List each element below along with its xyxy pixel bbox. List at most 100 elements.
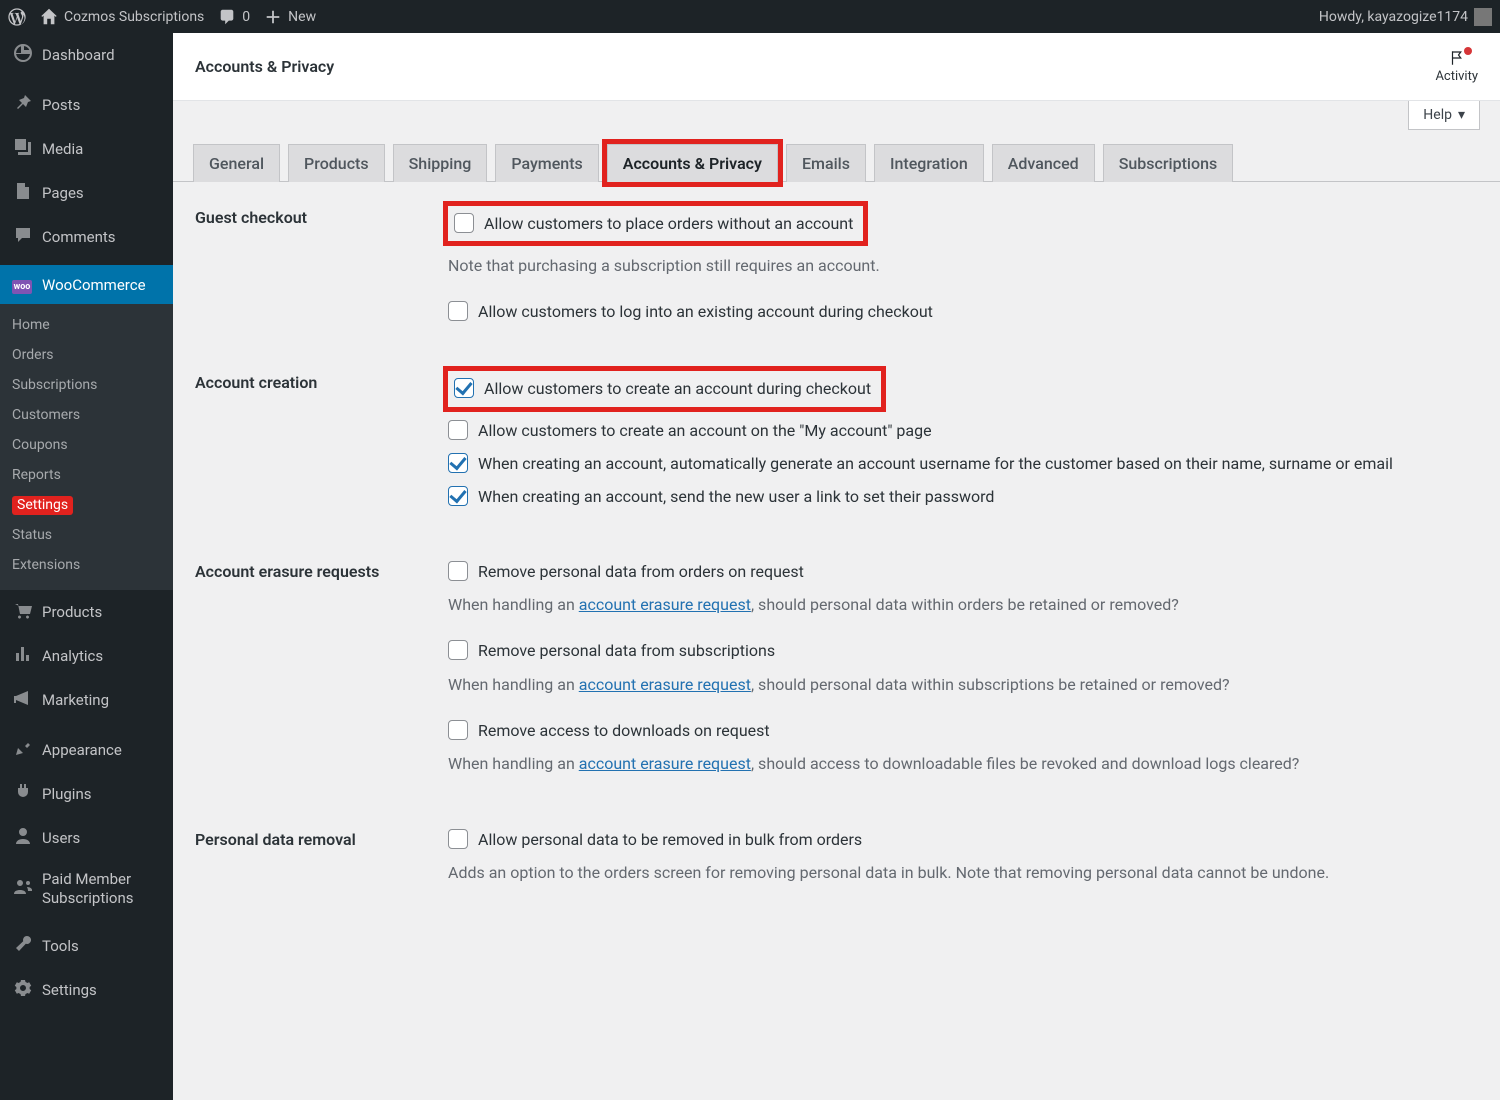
home-icon: [40, 8, 58, 26]
guest-checkout-heading: Guest checkout: [195, 206, 448, 227]
tools-icon: [12, 934, 32, 958]
tab-advanced[interactable]: Advanced: [992, 144, 1095, 182]
help-toggle[interactable]: Help▾: [1408, 101, 1480, 130]
erase-downloads-desc: When handling an account erasure request…: [448, 752, 1472, 776]
plus-icon: [264, 8, 282, 26]
bulk-remove[interactable]: Allow personal data to be removed in bul…: [448, 828, 1472, 851]
sidebar-item-analytics[interactable]: Analytics: [0, 634, 173, 678]
dashboard-icon: [12, 43, 32, 67]
tab-products[interactable]: Products: [288, 144, 385, 182]
new-label: New: [288, 9, 316, 25]
admin-sidebar: Dashboard Posts Media Pages Comments woo…: [0, 33, 173, 1100]
chevron-down-icon: ▾: [1458, 107, 1465, 123]
guest-checkout-allow-checkbox[interactable]: [454, 213, 474, 233]
guest-checkout-login[interactable]: Allow customers to log into an existing …: [448, 300, 1472, 323]
removal-heading: Personal data removal: [195, 828, 448, 849]
erase-orders[interactable]: Remove personal data from orders on requ…: [448, 560, 1472, 583]
settings-tabs: General Products Shipping Payments Accou…: [173, 144, 1500, 182]
erase-subscriptions-checkbox[interactable]: [448, 640, 468, 660]
sidebar-item-comments[interactable]: Comments: [0, 215, 173, 259]
tab-shipping[interactable]: Shipping: [393, 144, 488, 182]
sidebar-item-users[interactable]: Users: [0, 816, 173, 860]
comments-icon: [12, 225, 32, 249]
comments-link[interactable]: 0: [218, 8, 250, 26]
new-link[interactable]: New: [264, 8, 316, 26]
sidebar-item-woocommerce[interactable]: wooWooCommerce: [0, 265, 173, 304]
erase-orders-desc: When handling an account erasure request…: [448, 593, 1472, 617]
page-title: Accounts & Privacy: [195, 57, 334, 76]
howdy-link[interactable]: Howdy, kayazogize1174: [1319, 8, 1492, 26]
tab-emails[interactable]: Emails: [786, 144, 866, 182]
pin-icon: [12, 93, 32, 117]
wc-sub-home[interactable]: Home: [0, 310, 173, 340]
sidebar-item-products[interactable]: Products: [0, 590, 173, 634]
create-at-checkout[interactable]: Allow customers to create an account dur…: [448, 371, 881, 406]
tab-subscriptions[interactable]: Subscriptions: [1103, 144, 1234, 182]
send-password-link[interactable]: When creating an account, send the new u…: [448, 485, 1472, 508]
tab-general[interactable]: General: [193, 144, 280, 182]
avatar: [1474, 8, 1492, 26]
bulk-remove-checkbox[interactable]: [448, 829, 468, 849]
erasure-link-2[interactable]: account erasure request: [579, 675, 751, 694]
auto-generate-username[interactable]: When creating an account, automatically …: [448, 452, 1472, 475]
activity-label: Activity: [1435, 69, 1478, 84]
wc-sub-customers[interactable]: Customers: [0, 400, 173, 430]
sidebar-item-plugins[interactable]: Plugins: [0, 772, 173, 816]
wc-sub-reports[interactable]: Reports: [0, 460, 173, 490]
tab-accounts-privacy[interactable]: Accounts & Privacy: [607, 144, 778, 182]
erasure-link-1[interactable]: account erasure request: [579, 595, 751, 614]
wc-sub-coupons[interactable]: Coupons: [0, 430, 173, 460]
sidebar-item-marketing[interactable]: Marketing: [0, 678, 173, 722]
site-name: Cozmos Subscriptions: [64, 9, 204, 25]
sidebar-item-paidmember[interactable]: Paid Member Subscriptions: [0, 860, 173, 918]
send-password-link-checkbox[interactable]: [448, 486, 468, 506]
tab-integration[interactable]: Integration: [874, 144, 984, 182]
products-icon: [12, 600, 32, 624]
wc-sub-extensions[interactable]: Extensions: [0, 550, 173, 580]
bulk-remove-desc: Adds an option to the orders screen for …: [448, 861, 1472, 885]
sidebar-item-settings[interactable]: Settings: [0, 968, 173, 1012]
sidebar-item-posts[interactable]: Posts: [0, 83, 173, 127]
wc-sub-orders[interactable]: Orders: [0, 340, 173, 370]
guest-checkout-login-checkbox[interactable]: [448, 301, 468, 321]
tab-payments[interactable]: Payments: [495, 144, 598, 182]
comment-count: 0: [242, 9, 250, 25]
erasure-heading: Account erasure requests: [195, 560, 448, 581]
create-on-myaccount-checkbox[interactable]: [448, 420, 468, 440]
sidebar-item-dashboard[interactable]: Dashboard: [0, 33, 173, 77]
sidebar-item-media[interactable]: Media: [0, 127, 173, 171]
analytics-icon: [12, 644, 32, 668]
users-icon: [12, 826, 32, 850]
woocommerce-submenu: Home Orders Subscriptions Customers Coup…: [0, 304, 173, 590]
create-on-myaccount[interactable]: Allow customers to create an account on …: [448, 419, 1472, 442]
erase-orders-checkbox[interactable]: [448, 561, 468, 581]
activity-indicator-dot: [1464, 47, 1472, 55]
wc-sub-settings[interactable]: Settings: [0, 490, 173, 520]
sidebar-item-pages[interactable]: Pages: [0, 171, 173, 215]
page-header: Accounts & Privacy Activity: [173, 33, 1500, 101]
erase-downloads[interactable]: Remove access to downloads on request: [448, 719, 1472, 742]
guest-checkout-note: Note that purchasing a subscription stil…: [448, 254, 1472, 278]
activity-button[interactable]: Activity: [1435, 49, 1478, 84]
erase-downloads-checkbox[interactable]: [448, 720, 468, 740]
sidebar-item-appearance[interactable]: Appearance: [0, 728, 173, 772]
member-icon: [12, 877, 32, 901]
media-icon: [12, 137, 32, 161]
wc-sub-status[interactable]: Status: [0, 520, 173, 550]
sidebar-item-tools[interactable]: Tools: [0, 924, 173, 968]
appearance-icon: [12, 738, 32, 762]
settings-icon: [12, 978, 32, 1002]
plugins-icon: [12, 782, 32, 806]
main-content: Accounts & Privacy Activity Help▾ Genera…: [173, 33, 1500, 1100]
wc-sub-subscriptions[interactable]: Subscriptions: [0, 370, 173, 400]
marketing-icon: [12, 688, 32, 712]
wp-logo[interactable]: [8, 8, 26, 26]
site-link[interactable]: Cozmos Subscriptions: [40, 8, 204, 26]
erase-subscriptions-desc: When handling an account erasure request…: [448, 673, 1472, 697]
create-at-checkout-checkbox[interactable]: [454, 378, 474, 398]
erase-subscriptions[interactable]: Remove personal data from subscriptions: [448, 639, 1472, 662]
page-icon: [12, 181, 32, 205]
auto-generate-username-checkbox[interactable]: [448, 453, 468, 473]
guest-checkout-allow[interactable]: Allow customers to place orders without …: [448, 206, 863, 241]
erasure-link-3[interactable]: account erasure request: [579, 754, 751, 773]
